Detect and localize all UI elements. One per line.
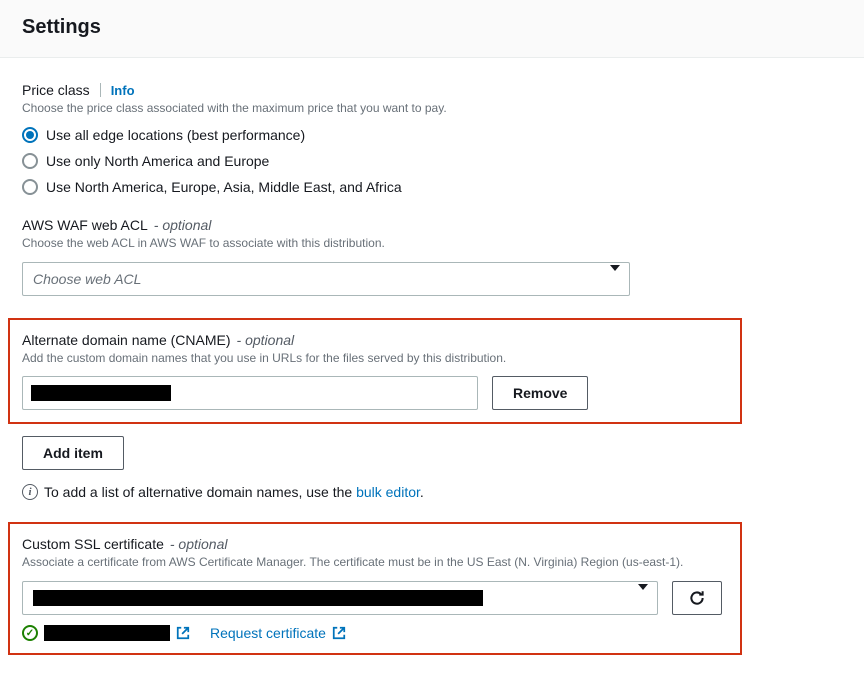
page-header: Settings <box>0 0 864 58</box>
bulk-editor-info: i To add a list of alternative domain na… <box>22 484 842 500</box>
radio-icon <box>22 153 38 169</box>
redacted-value <box>44 625 170 641</box>
radio-label: Use only North America and Europe <box>46 153 269 169</box>
cname-label: Alternate domain name (CNAME) <box>22 332 231 348</box>
refresh-button[interactable] <box>672 581 722 615</box>
info-icon: i <box>22 484 38 500</box>
cname-input[interactable] <box>22 376 478 410</box>
price-class-info-link[interactable]: Info <box>111 83 135 98</box>
price-class-option-all[interactable]: Use all edge locations (best performance… <box>22 127 842 143</box>
waf-label: AWS WAF web ACL <box>22 217 148 233</box>
external-link-icon <box>332 626 346 640</box>
radio-icon <box>22 179 38 195</box>
ssl-certificate-select[interactable] <box>22 581 658 615</box>
radio-icon <box>22 127 38 143</box>
waf-optional: - optional <box>154 217 212 233</box>
bulk-editor-link[interactable]: bulk editor <box>356 484 420 500</box>
add-item-button[interactable]: Add item <box>22 436 124 470</box>
cname-highlight-box: Alternate domain name (CNAME) - optional… <box>8 318 742 425</box>
cname-description: Add the custom domain names that you use… <box>22 350 728 367</box>
redacted-value <box>31 385 171 401</box>
price-class-label: Price class <box>22 82 90 98</box>
waf-section: AWS WAF web ACL - optional Choose the we… <box>22 217 842 296</box>
radio-label: Use North America, Europe, Asia, Middle … <box>46 179 402 195</box>
remove-button[interactable]: Remove <box>492 376 588 410</box>
price-class-option-na-eu-asia[interactable]: Use North America, Europe, Asia, Middle … <box>22 179 842 195</box>
label-divider <box>100 83 101 97</box>
price-class-option-na-eu[interactable]: Use only North America and Europe <box>22 153 842 169</box>
radio-label: Use all edge locations (best performance… <box>46 127 305 143</box>
ssl-highlight-box: Custom SSL certificate - optional Associ… <box>8 522 742 655</box>
success-icon: ✓ <box>22 625 38 641</box>
request-certificate-link[interactable]: Request certificate <box>210 625 326 641</box>
price-class-radio-group: Use all edge locations (best performance… <box>22 127 842 195</box>
bulk-text-prefix: To add a list of alternative domain name… <box>44 484 356 500</box>
waf-description: Choose the web ACL in AWS WAF to associa… <box>22 235 842 252</box>
refresh-icon <box>688 589 706 607</box>
waf-select[interactable]: Choose web ACL <box>22 262 630 296</box>
page-title: Settings <box>22 16 842 39</box>
price-class-section: Price class Info Choose the price class … <box>22 82 842 195</box>
external-link-icon[interactable] <box>176 626 190 640</box>
ssl-description: Associate a certificate from AWS Certifi… <box>22 554 728 571</box>
cname-optional: - optional <box>237 332 295 348</box>
waf-select-placeholder: Choose web ACL <box>22 262 630 296</box>
ssl-optional: - optional <box>170 536 228 552</box>
price-class-description: Choose the price class associated with t… <box>22 100 842 117</box>
bulk-text-suffix: . <box>420 484 424 500</box>
redacted-value <box>33 590 483 606</box>
ssl-label: Custom SSL certificate <box>22 536 164 552</box>
